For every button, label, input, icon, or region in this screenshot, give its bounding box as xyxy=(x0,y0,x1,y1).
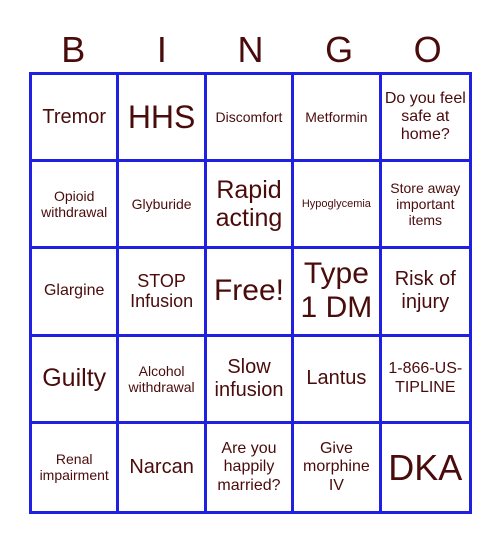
bingo-cell[interactable]: Hypoglycemia xyxy=(294,162,382,250)
bingo-cell[interactable]: 1-866-US-TIPLINE xyxy=(381,337,469,424)
bingo-cell[interactable]: Store away important items xyxy=(381,162,469,250)
bingo-cell[interactable]: Rapid acting xyxy=(206,162,295,250)
bingo-cell[interactable]: Glyburide xyxy=(119,162,207,250)
header-letter-n: N xyxy=(237,29,264,70)
bingo-cell[interactable]: Lantus xyxy=(294,336,382,424)
bingo-cell[interactable]: Renal impairment xyxy=(32,423,120,511)
bingo-cell[interactable]: Tremor xyxy=(32,75,120,163)
header-letter-g: G xyxy=(325,29,354,70)
bingo-cell[interactable]: Give morphine IV xyxy=(294,423,382,511)
header-letter-i: I xyxy=(156,29,167,70)
bingo-cell[interactable]: DKA xyxy=(382,424,469,511)
bingo-cell[interactable]: Guilty xyxy=(32,336,120,424)
bingo-cell[interactable]: Narcan xyxy=(119,423,207,511)
bingo-cell[interactable]: Risk of injury xyxy=(381,249,469,337)
bingo-card: Tremor HHS Discomfort Metformin Do you f… xyxy=(29,72,472,514)
bingo-cell[interactable]: Are you happily married? xyxy=(207,423,295,511)
bingo-cell[interactable]: Opioid withdrawal xyxy=(32,162,120,250)
bingo-cell[interactable]: Alcohol withdrawal xyxy=(119,336,207,424)
bingo-cell[interactable]: STOP Infusion xyxy=(119,249,207,337)
bingo-cell[interactable]: Type 1 DM xyxy=(294,249,382,337)
bingo-cell[interactable]: Glargine xyxy=(32,249,120,337)
bingo-cell[interactable]: Slow infusion xyxy=(206,336,295,424)
header-letter-b: B xyxy=(61,29,86,70)
bingo-cell[interactable]: Do you feel safe at home? xyxy=(381,75,469,163)
bingo-header: B I N G O xyxy=(29,28,472,72)
bingo-cell[interactable]: Metformin xyxy=(294,75,382,163)
header-letter-o: O xyxy=(413,29,442,70)
free-space[interactable]: Free! xyxy=(206,249,295,337)
bingo-cell[interactable]: HHS xyxy=(119,75,207,163)
bingo-cell[interactable]: Discomfort xyxy=(206,75,295,163)
